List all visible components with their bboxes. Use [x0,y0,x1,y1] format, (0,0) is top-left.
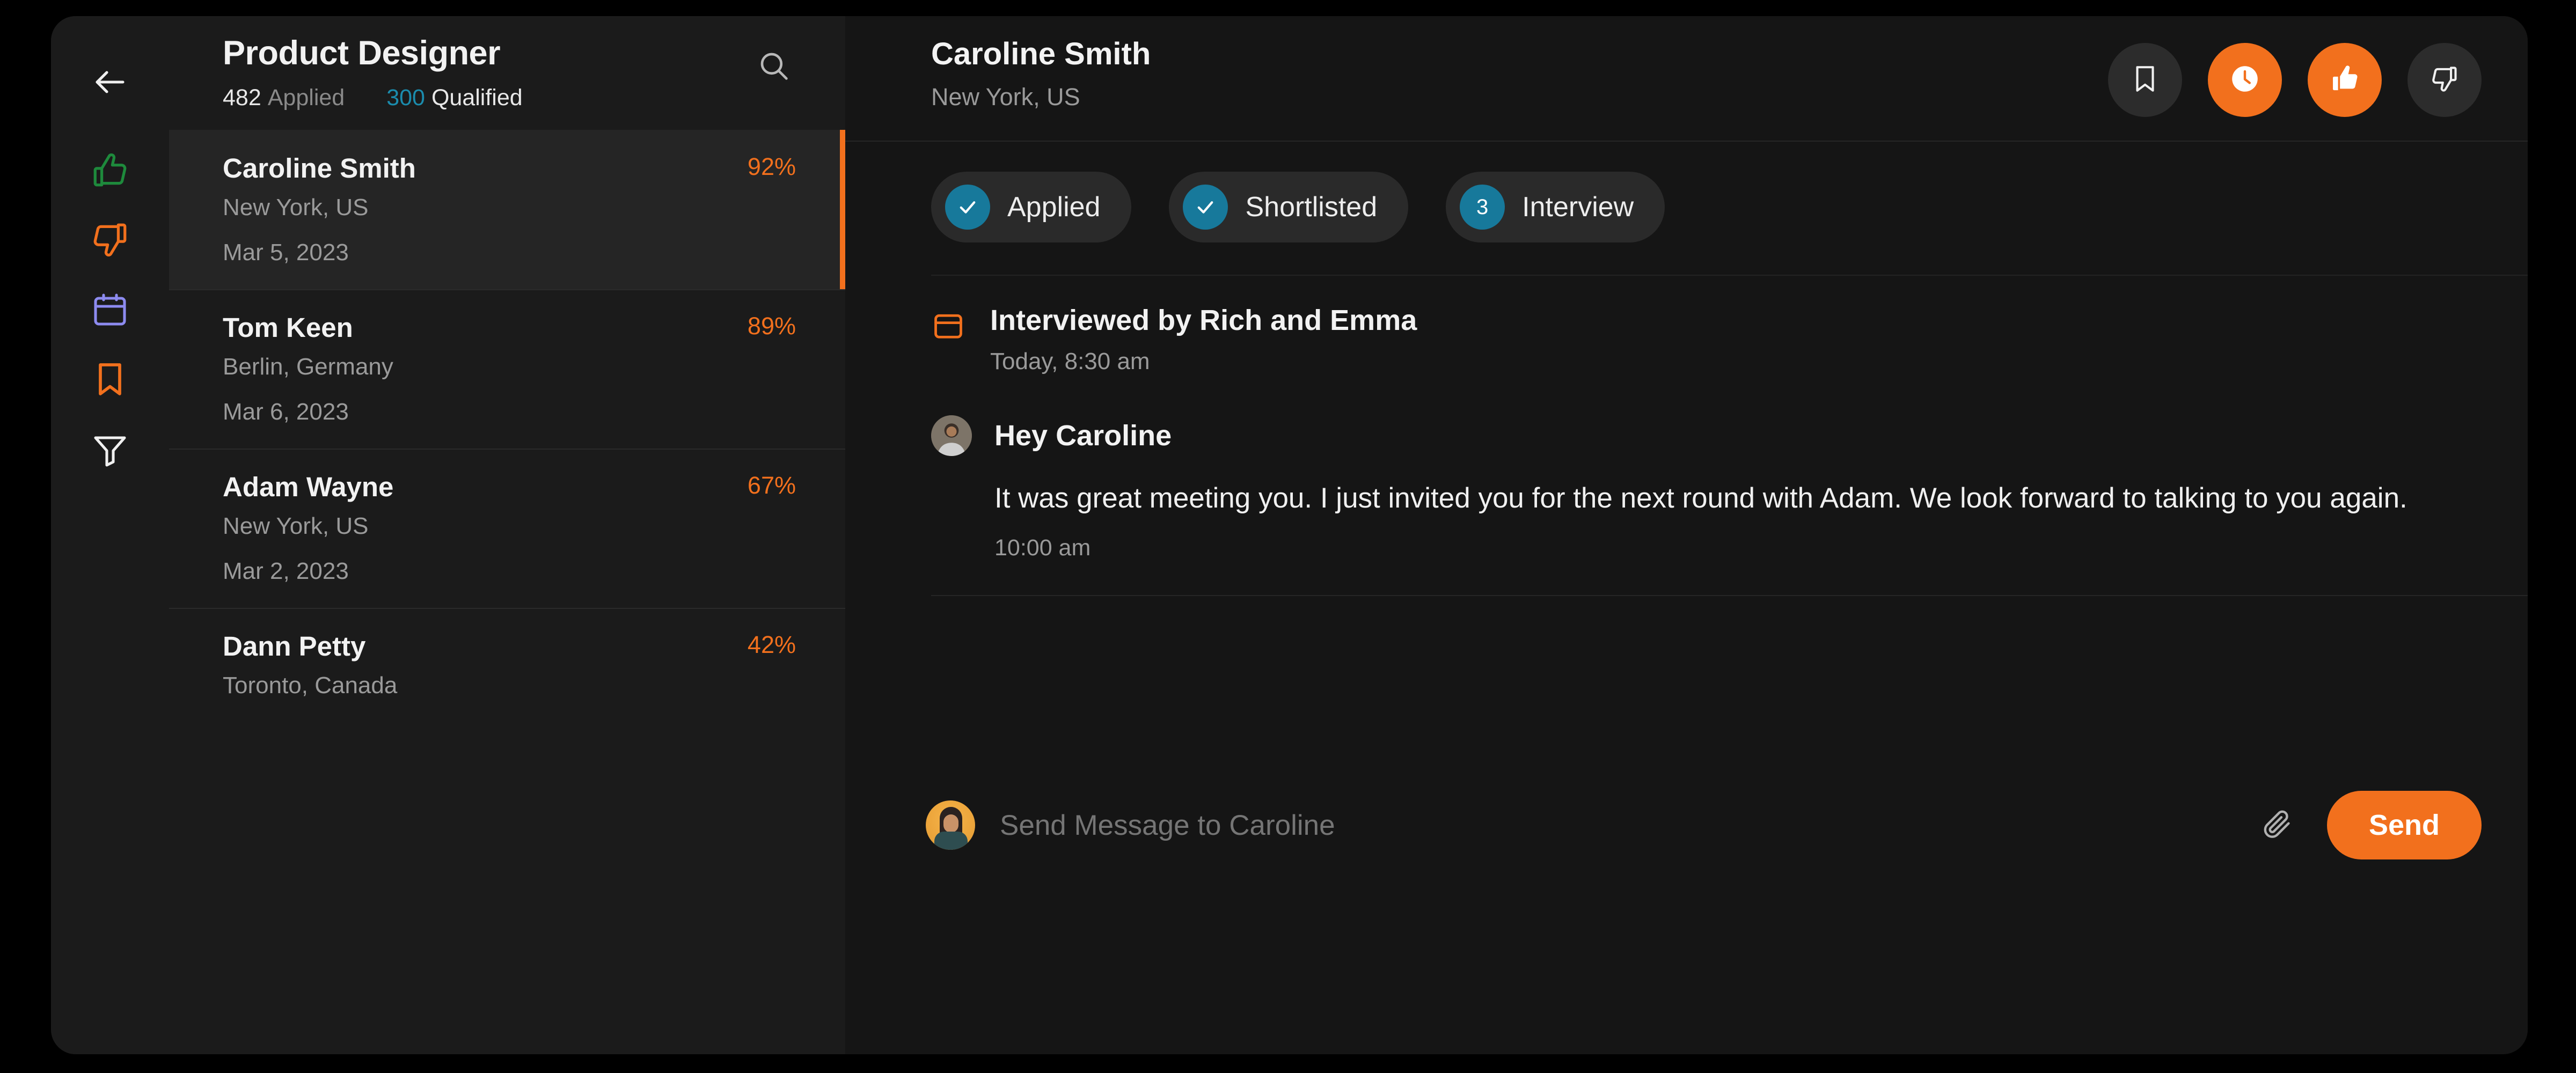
candidate-name: Tom Keen [223,312,353,343]
rail-item-thumbs-up[interactable] [75,135,145,205]
stage-count-badge: 3 [1460,185,1505,230]
message-time: 10:00 am [994,535,1091,561]
bookmark-button[interactable] [2108,43,2182,117]
match-score: 92% [747,153,796,180]
thumbs-down-icon [2429,63,2460,97]
stage-label: Interview [1522,192,1634,223]
candidate-date: Mar 5, 2023 [223,239,349,266]
candidate-location: New York, US [223,194,369,221]
list-item[interactable]: Caroline Smith 92% New York, US Mar 5, 2… [169,130,845,289]
page-title: Product Designer [223,34,501,72]
qualified-label: Qualified [431,85,523,111]
card-icon [931,309,965,346]
calendar-icon [91,290,129,329]
detail-panel: Caroline Smith New York, US Applied Shor… [845,16,2528,1054]
app-window: Product Designer 482 Applied 300 Qualified [51,16,2528,1054]
message-body: It was great meeting you. I just invited… [994,482,2407,514]
candidate-location: Toronto, Canada [223,672,398,699]
detail-action-buttons [2108,43,2482,117]
reject-button[interactable] [2407,43,2482,117]
qualified-stat: 300 Qualified [386,86,522,109]
avatar [931,415,972,456]
thumbs-down-icon [90,220,130,260]
attach-button[interactable] [2260,807,2294,843]
candidate-date: Mar 6, 2023 [223,399,349,425]
schedule-button[interactable] [2208,43,2282,117]
search-button[interactable] [756,48,792,86]
tab-interview[interactable]: 3 Interview [1446,172,1665,242]
qualified-count: 300 [386,85,425,111]
list-item[interactable]: Dann Petty 42% Toronto, Canada [169,608,845,722]
tab-shortlisted[interactable]: Shortlisted [1169,172,1409,242]
icon-rail [51,16,169,1054]
candidate-location: Berlin, Germany [223,354,393,380]
rail-item-calendar[interactable] [75,275,145,344]
back-button[interactable] [75,47,145,117]
check-icon [945,185,990,230]
event-title: Interviewed by Rich and Emma [990,304,1417,336]
candidate-name: Dann Petty [223,631,366,662]
applied-label: Applied [267,85,345,111]
rail-item-bookmark[interactable] [75,344,145,414]
thumbs-up-icon [90,150,130,190]
detail-name: Caroline Smith [931,36,1151,71]
detail-header: Caroline Smith New York, US [845,16,2528,117]
match-score: 67% [747,472,796,499]
message-block: Hey Caroline It was great meeting you. I… [845,373,2528,560]
thumbs-up-icon [2328,62,2361,98]
list-header: Product Designer 482 Applied 300 Qualified [169,16,845,109]
candidate-date: Mar 2, 2023 [223,558,349,584]
event-time: Today, 8:30 am [990,348,1150,374]
stage-label: Shortlisted [1245,192,1378,223]
candidate-list-panel: Product Designer 482 Applied 300 Qualified [169,16,845,1054]
detail-identity: Caroline Smith New York, US [931,39,1151,109]
bookmark-icon [91,360,129,399]
avatar [926,800,975,850]
candidate-name: Adam Wayne [223,472,394,502]
rail-item-filter[interactable] [75,414,145,484]
approve-button[interactable] [2308,43,2382,117]
detail-location: New York, US [931,83,1080,111]
search-icon [756,53,792,86]
message-input[interactable] [999,808,2239,842]
timeline-event-text: Interviewed by Rich and Emma Today, 8:30… [990,306,1417,373]
candidate-location: New York, US [223,513,369,539]
stage-label: Applied [1007,192,1101,223]
clock-icon [2228,62,2262,98]
match-score: 89% [747,312,796,340]
list-stats: 482 Applied 300 Qualified [223,86,523,109]
list-item[interactable]: Adam Wayne 67% New York, US Mar 2, 2023 [169,449,845,608]
send-button[interactable]: Send [2326,791,2482,860]
tab-applied[interactable]: Applied [931,172,1132,242]
applied-stat: 482 Applied [223,86,345,109]
candidate-rows: Caroline Smith 92% New York, US Mar 5, 2… [169,130,845,1054]
bookmark-icon [2129,63,2161,97]
candidate-name: Caroline Smith [223,153,416,183]
list-header-text: Product Designer 482 Applied 300 Qualified [223,36,523,109]
paperclip-icon [2260,807,2294,843]
rail-item-thumbs-down[interactable] [75,205,145,275]
message-greeting: Hey Caroline [994,420,1172,452]
timeline-event: Interviewed by Rich and Emma Today, 8:30… [845,276,2528,373]
applied-count: 482 [223,85,261,111]
arrow-left-icon [91,63,129,101]
check-icon [1183,185,1228,230]
list-item[interactable]: Tom Keen 89% Berlin, Germany Mar 6, 2023 [169,289,845,449]
match-score: 42% [747,631,796,658]
message-composer: Send [845,596,2528,1054]
filter-icon [91,430,129,468]
stage-pills: Applied Shortlisted 3 Interview [845,142,2528,242]
